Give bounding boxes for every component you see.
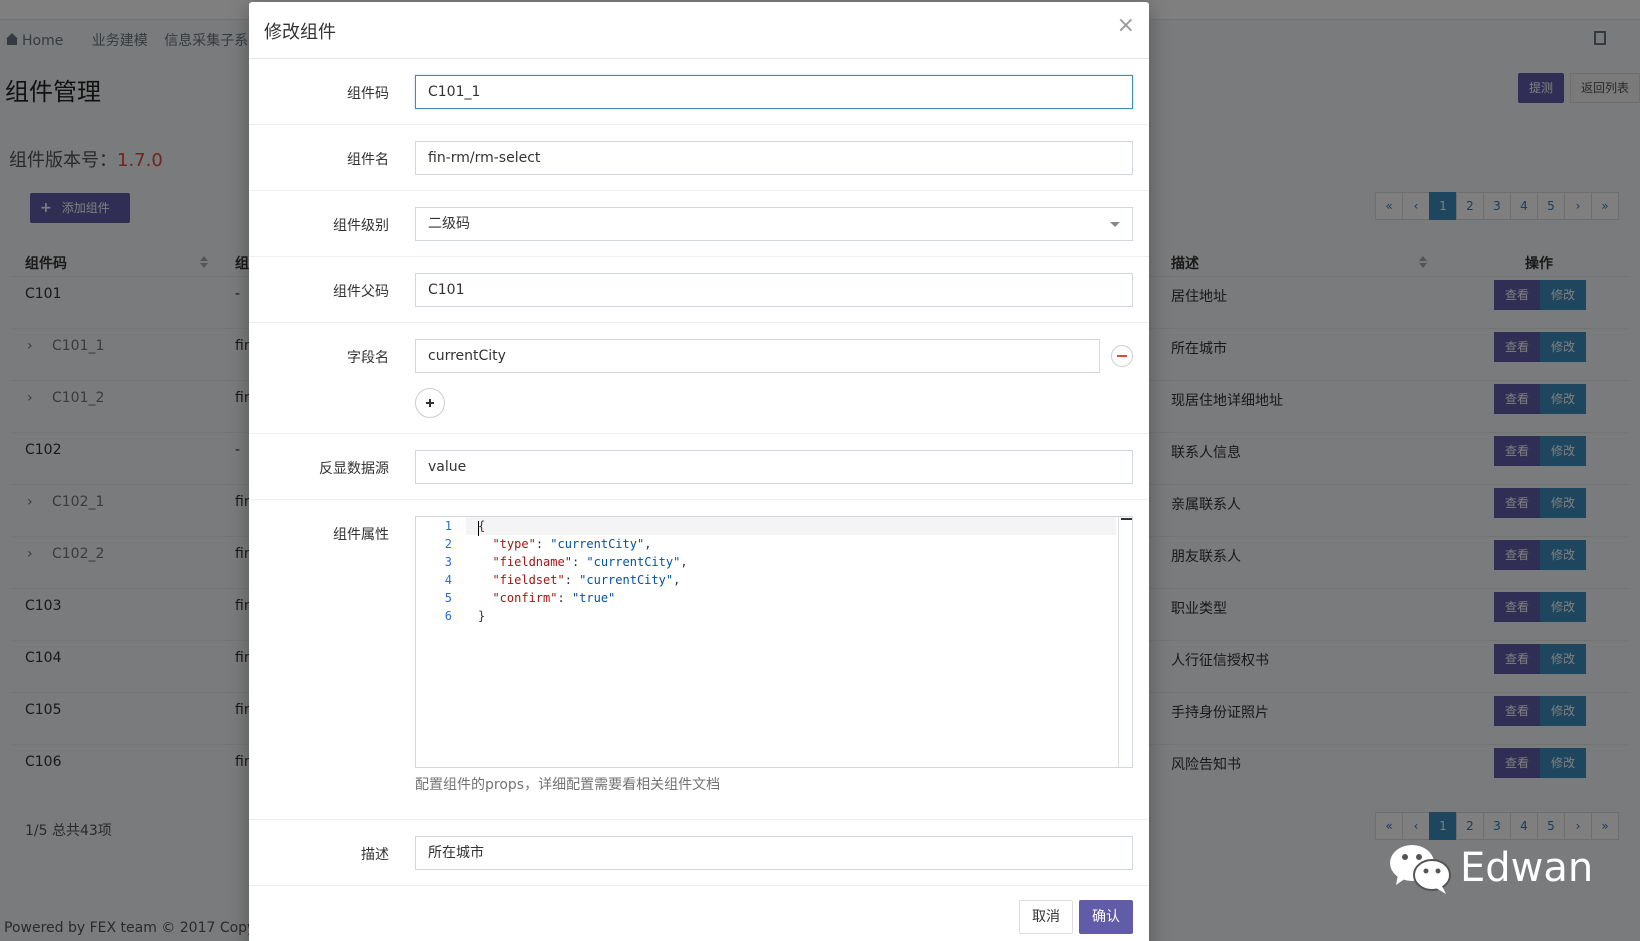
desc-input[interactable]: 所在城市 [415, 836, 1133, 870]
props-label: 组件属性 [333, 527, 389, 543]
remove-field-button[interactable] [1111, 345, 1133, 367]
echo-label: 反显数据源 [319, 461, 389, 477]
modal-title: 修改组件 [264, 22, 336, 43]
field-label: 字段名 [347, 350, 389, 366]
form-row-field: 字段名 currentCity [249, 323, 1149, 434]
line-number: 6 [444, 609, 452, 623]
active-line [416, 517, 1116, 535]
line-number: 3 [444, 555, 452, 569]
level-label: 组件级别 [333, 218, 389, 234]
code-line: "confirm": "true" [492, 591, 616, 605]
form-row-name: 组件名 fin-rm/rm-select [249, 125, 1149, 191]
line-number: 4 [444, 573, 452, 587]
line-number-gutter: 1 2 3 4 5 6 [416, 517, 466, 767]
code-input[interactable]: C101_1 [415, 75, 1133, 109]
desc-label: 描述 [361, 847, 389, 863]
level-select[interactable]: 二级码 [415, 207, 1133, 241]
echo-input[interactable]: value [415, 450, 1133, 484]
form-row-parent: 组件父码 C101 [249, 257, 1149, 323]
line-number: 5 [444, 591, 452, 605]
field-input[interactable]: currentCity [415, 339, 1100, 373]
confirm-button[interactable]: 确认 [1079, 900, 1133, 934]
code-line: { [478, 519, 486, 533]
edit-component-modal: 修改组件 × 组件码 C101_1 组件名 fin-rm/rm-select 组… [249, 2, 1149, 941]
form-row-echo: 反显数据源 value [249, 434, 1149, 500]
level-select-value: 二级码 [428, 216, 470, 232]
text-cursor [478, 521, 479, 536]
parent-input[interactable]: C101 [415, 273, 1133, 307]
form-row-props: 组件属性 1 2 3 4 5 6 { "type": "currentCity"… [249, 500, 1149, 820]
props-code-editor[interactable]: 1 2 3 4 5 6 { "type": "currentCity", "fi… [415, 516, 1133, 768]
line-number: 1 [444, 519, 452, 533]
form-row-level: 组件级别 二级码 [249, 191, 1149, 257]
modal-header: 修改组件 × [249, 2, 1149, 59]
chevron-down-icon [1110, 222, 1120, 227]
code-line: } [478, 609, 486, 623]
name-input[interactable]: fin-rm/rm-select [415, 141, 1133, 175]
cancel-button[interactable]: 取消 [1019, 900, 1073, 934]
add-field-button[interactable] [415, 388, 445, 418]
code-line: "type": "currentCity", [492, 537, 652, 551]
name-label: 组件名 [347, 152, 389, 168]
props-help-text: 配置组件的props，详细配置需要看相关组件文档 [415, 777, 721, 793]
code-line: "fieldset": "currentCity", [492, 573, 681, 587]
line-number: 2 [444, 537, 452, 551]
editor-scrollbar[interactable] [1118, 517, 1132, 767]
parent-label: 组件父码 [333, 284, 389, 300]
wechat-icon [1390, 845, 1451, 894]
code-label: 组件码 [347, 86, 389, 102]
code-line: "fieldname": "currentCity", [492, 555, 688, 569]
close-icon[interactable]: × [1117, 14, 1135, 38]
watermark: Edwan [1388, 838, 1593, 898]
form-row-code: 组件码 C101_1 [249, 59, 1149, 125]
watermark-text: Edwan [1460, 845, 1594, 891]
form-row-desc: 描述 所在城市 [249, 820, 1149, 886]
